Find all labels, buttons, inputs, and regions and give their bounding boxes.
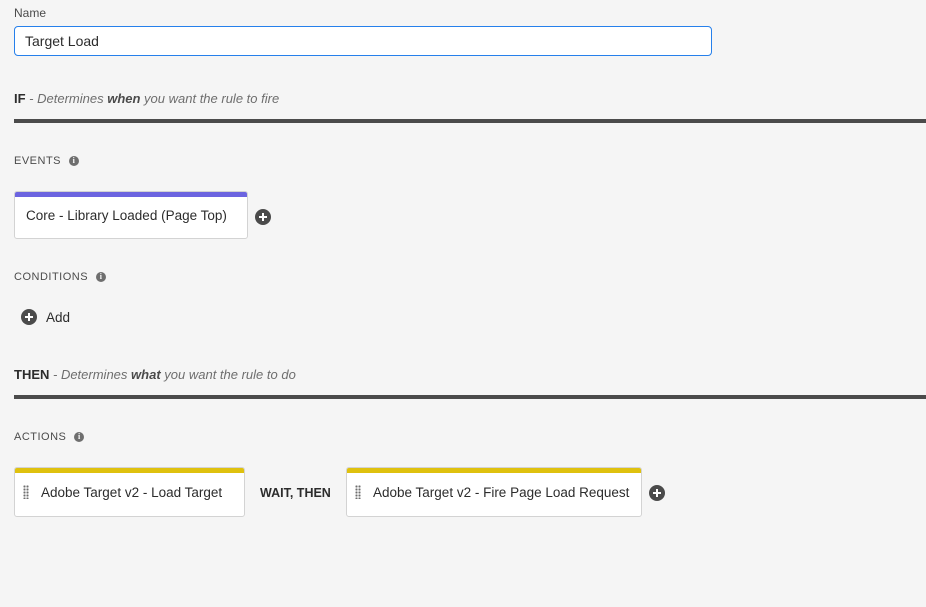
if-desc-emphasis: when (107, 91, 141, 106)
action-card-label: Adobe Target v2 - Load Target (41, 484, 223, 500)
add-condition-button[interactable]: Add (21, 309, 70, 325)
actions-label: ACTIONS (14, 431, 67, 443)
event-card-bar (15, 192, 247, 197)
name-label: Name (14, 6, 47, 20)
if-desc-suffix: you want the rule to fire (140, 91, 280, 106)
drag-handle-icon[interactable] (355, 485, 361, 499)
event-card[interactable]: Core - Library Loaded (Page Top) (14, 191, 248, 239)
if-heading: IF - Determines when you want the rule t… (14, 91, 279, 106)
info-icon[interactable]: i (96, 272, 107, 282)
if-desc-prefix: - Determines (25, 91, 108, 106)
add-condition-icon (21, 309, 37, 325)
action-card-bar (15, 468, 244, 473)
event-card-label: Core - Library Loaded (Page Top) (26, 207, 227, 223)
add-condition-label: Add (46, 309, 71, 325)
if-divider (14, 119, 926, 123)
add-action-icon[interactable] (649, 485, 665, 501)
then-desc-suffix: you want the rule to do (160, 367, 296, 382)
sequence-label: WAIT, THEN (260, 486, 331, 500)
action-card-bar (347, 468, 641, 473)
then-divider (14, 395, 926, 399)
then-keyword: THEN (14, 367, 50, 382)
info-icon[interactable]: i (74, 432, 85, 442)
if-keyword: IF (14, 91, 26, 106)
then-heading: THEN - Determines what you want the rule… (14, 367, 296, 382)
action-card-label: Adobe Target v2 - Fire Page Load Request (373, 484, 630, 500)
name-input[interactable] (14, 26, 712, 56)
conditions-heading: CONDITIONS i (14, 271, 107, 283)
rule-editor: Name IF - Determines when you want the r… (0, 0, 926, 607)
then-desc-prefix: - Determines (49, 367, 132, 382)
drag-handle-icon[interactable] (23, 485, 29, 499)
conditions-label: CONDITIONS (14, 271, 89, 283)
add-event-icon[interactable] (255, 209, 271, 225)
events-heading: EVENTS i (14, 155, 80, 167)
info-icon[interactable]: i (69, 156, 80, 166)
action-card[interactable]: Adobe Target v2 - Load Target (14, 467, 245, 517)
action-card[interactable]: Adobe Target v2 - Fire Page Load Request (346, 467, 642, 517)
events-label: EVENTS (14, 155, 62, 167)
actions-heading: ACTIONS i (14, 431, 85, 443)
then-desc-emphasis: what (131, 367, 161, 382)
